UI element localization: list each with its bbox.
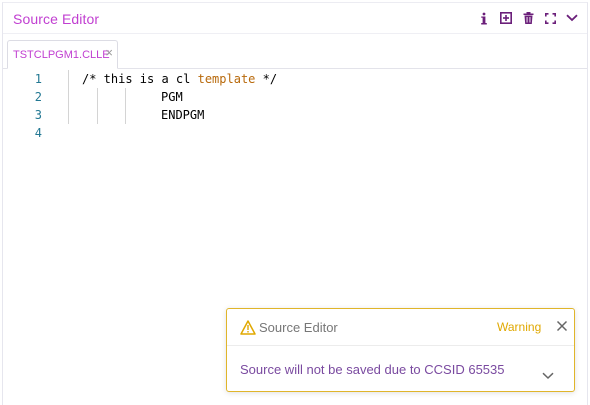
indent-guide bbox=[97, 88, 98, 106]
fullscreen-icon[interactable] bbox=[543, 11, 557, 25]
notification-title: Source Editor bbox=[259, 320, 338, 335]
code-editor[interactable]: 1 /* this is a cl template */ 2 PGM 3 EN… bbox=[3, 70, 587, 150]
indent-guide bbox=[68, 70, 69, 88]
code-line-text: PGM bbox=[161, 90, 183, 104]
warning-notification: Source Editor Warning Source will not be… bbox=[226, 308, 575, 392]
editor-line: 4 bbox=[3, 124, 587, 142]
line-number: 1 bbox=[34, 72, 42, 86]
editor-line: 3 ENDPGM bbox=[3, 106, 587, 124]
warning-icon bbox=[240, 320, 256, 335]
line-number: 4 bbox=[34, 126, 42, 140]
code-keyword: template bbox=[197, 72, 256, 86]
editor-line: 1 /* this is a cl template */ bbox=[3, 70, 587, 88]
notification-message: Source will not be saved due to CCSID 65… bbox=[240, 362, 505, 377]
code-line-text: ENDPGM bbox=[161, 108, 205, 122]
indent-guide bbox=[68, 88, 69, 106]
indent-guide bbox=[125, 106, 126, 124]
code-line-text: /* this is a cl template */ bbox=[82, 72, 278, 86]
panel-title: Source Editor bbox=[13, 11, 100, 27]
panel-header: Source Editor bbox=[3, 3, 587, 34]
close-icon[interactable] bbox=[556, 319, 568, 332]
editor-line: 2 PGM bbox=[3, 88, 587, 106]
info-icon[interactable] bbox=[477, 11, 491, 25]
tab-bar: TSTCLPGM1.CLLE × bbox=[3, 36, 587, 69]
notification-header: Source Editor Warning bbox=[227, 309, 574, 346]
notification-severity: Warning bbox=[497, 320, 542, 334]
line-number: 2 bbox=[34, 90, 42, 104]
add-icon[interactable] bbox=[499, 11, 513, 25]
indent-guide bbox=[97, 106, 98, 124]
tab-tstclpgm1[interactable]: TSTCLPGM1.CLLE × bbox=[7, 40, 118, 69]
indent-guide bbox=[68, 106, 69, 124]
collapse-chevron-icon[interactable] bbox=[565, 11, 579, 25]
delete-icon[interactable] bbox=[521, 11, 535, 25]
indent-guide bbox=[125, 88, 126, 106]
line-number: 3 bbox=[34, 108, 42, 122]
expand-chevron-icon[interactable] bbox=[542, 367, 554, 380]
panel-toolbar bbox=[469, 9, 579, 27]
tab-close-icon[interactable]: × bbox=[105, 46, 113, 60]
tab-label: TSTCLPGM1.CLLE bbox=[13, 49, 110, 61]
